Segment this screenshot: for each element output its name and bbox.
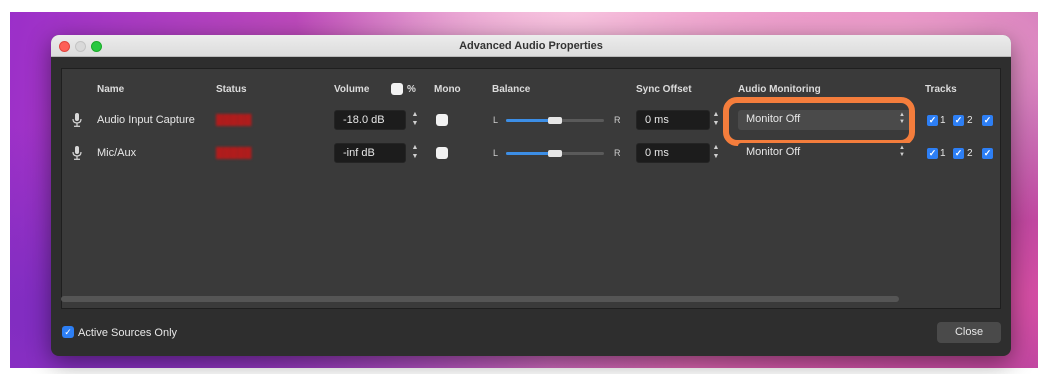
header-volume: Volume: [334, 84, 370, 95]
header-status: Status: [216, 84, 247, 95]
volume-input[interactable]: -18.0 dB: [334, 110, 406, 130]
track-3-checkbox[interactable]: ✓: [982, 115, 993, 126]
audio-monitoring-highlight: [723, 97, 915, 146]
mono-checkbox[interactable]: [436, 147, 448, 159]
microphone-icon: [72, 146, 82, 160]
volume-spinner-arrows-icon[interactable]: ▲ ▼: [409, 143, 421, 163]
select-arrows-icon: ▲ ▼: [899, 145, 905, 158]
audio-monitoring-select[interactable]: Monitor Off ▲ ▼: [738, 143, 912, 163]
mono-checkbox[interactable]: [436, 114, 448, 126]
audio-monitoring-value: Monitor Off: [746, 146, 801, 158]
close-button[interactable]: Close: [937, 322, 1001, 343]
microphone-icon: [72, 113, 82, 127]
track-1-label: 1: [940, 148, 946, 159]
track-1-label: 1: [940, 115, 946, 126]
advanced-audio-properties-window: Advanced Audio Properties: [51, 35, 1011, 356]
header-mono: Mono: [434, 84, 461, 95]
active-sources-only-label: Active Sources Only: [78, 327, 178, 339]
balance-left-label: L: [493, 148, 499, 158]
header-balance: Balance: [492, 84, 531, 95]
volume-spinner-arrows-icon[interactable]: ▲ ▼: [409, 110, 421, 130]
sync-offset-input[interactable]: 0 ms: [636, 143, 710, 163]
balance-left-label: L: [493, 115, 499, 125]
balance-slider[interactable]: [506, 150, 604, 157]
header-name: Name: [97, 84, 125, 95]
track-2-checkbox[interactable]: ✓: [953, 115, 964, 126]
track-1-checkbox[interactable]: ✓: [927, 148, 938, 159]
balance-right-label: R: [614, 148, 621, 158]
sync-offset-input[interactable]: 0 ms: [636, 110, 710, 130]
balance-slider[interactable]: [506, 117, 604, 124]
active-sources-only-checkbox[interactable]: ✓: [62, 326, 74, 338]
percent-checkbox[interactable]: [391, 83, 403, 95]
sync-offset-spinner-arrows-icon[interactable]: ▲ ▼: [710, 143, 722, 163]
track-2-checkbox[interactable]: ✓: [953, 148, 964, 159]
header-tracks: Tracks: [925, 84, 957, 95]
track-2-label: 2: [967, 148, 973, 159]
balance-right-label: R: [614, 115, 621, 125]
source-name: Audio Input Capture: [97, 114, 195, 126]
window-title: Advanced Audio Properties: [459, 40, 603, 52]
track-1-checkbox[interactable]: ✓: [927, 115, 938, 126]
balance-slider-handle[interactable]: [548, 150, 562, 157]
status-text: █████: [216, 148, 252, 159]
header-audio-monitoring: Audio Monitoring: [738, 84, 821, 95]
header-percent: %: [407, 84, 416, 95]
horizontal-scrollbar[interactable]: [61, 296, 899, 302]
title-bar: Advanced Audio Properties: [51, 35, 1011, 57]
track-3-checkbox[interactable]: ✓: [982, 148, 993, 159]
track-2-label: 2: [967, 115, 973, 126]
source-name: Mic/Aux: [97, 147, 137, 159]
balance-slider-handle[interactable]: [548, 117, 562, 124]
status-text: █████: [216, 115, 252, 126]
sync-offset-spinner-arrows-icon[interactable]: ▲ ▼: [710, 110, 722, 130]
volume-input[interactable]: -inf dB: [334, 143, 406, 163]
header-sync-offset: Sync Offset: [636, 84, 692, 95]
